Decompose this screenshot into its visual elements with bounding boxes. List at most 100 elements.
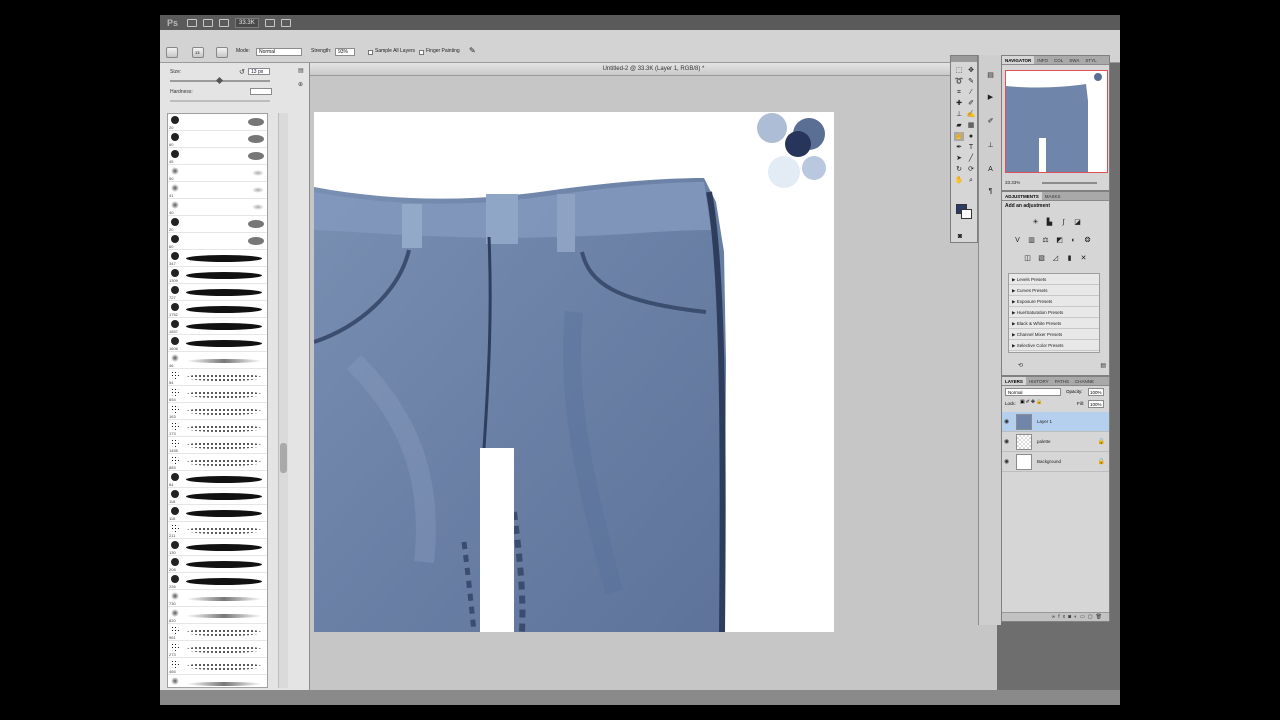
brush-preset-item[interactable]: 60	[168, 131, 267, 148]
color-balance-icon[interactable]: ⚖	[1040, 236, 1051, 246]
zoom-level-dropdown[interactable]: 33.3K	[235, 17, 259, 28]
brush-preset-picker-button[interactable]: 13	[192, 47, 204, 58]
hardness-field[interactable]	[250, 88, 272, 95]
layer-row-layer-1[interactable]: ◉ Layer 1	[1002, 412, 1109, 432]
posterize-icon[interactable]: ▧	[1036, 254, 1047, 264]
preset-item[interactable]: ▶ Selective Color Presets	[1009, 340, 1099, 351]
screen-mode-icon[interactable]	[280, 18, 291, 27]
clip-to-layer-icon[interactable]: ⟲	[1018, 362, 1023, 369]
tab-paths[interactable]: PATHS	[1052, 377, 1072, 385]
pressure-icon[interactable]: ✎	[469, 46, 476, 55]
hand-tool-icon[interactable]: ✋	[954, 176, 964, 185]
new-group-icon[interactable]: ▭	[1080, 614, 1088, 620]
size-slider-handle[interactable]	[215, 76, 224, 85]
visibility-eye-icon[interactable]: ◉	[1004, 438, 1009, 445]
layer-row-palette[interactable]: ◉ palette 🔒	[1002, 432, 1109, 452]
preset-item[interactable]: ▶ Exposure Presets	[1009, 296, 1099, 307]
zoom-tool-icon[interactable]: ⌕	[966, 176, 976, 185]
brush-preset-item[interactable]: 208	[168, 556, 267, 573]
sample-all-layers-checkbox[interactable]	[368, 50, 373, 55]
pen-tool-icon[interactable]: ✒	[954, 143, 964, 152]
arrange-documents-icon[interactable]	[264, 18, 275, 27]
levels-icon[interactable]: ▙	[1044, 218, 1055, 228]
brush-preset-item[interactable]: 1857	[168, 318, 267, 335]
smudge-tool-preset-button[interactable]	[166, 47, 178, 58]
invert-icon[interactable]: ◫	[1022, 254, 1033, 264]
vibrance-icon[interactable]: V	[1012, 236, 1023, 246]
brush-preset-item[interactable]: 1309	[168, 267, 267, 284]
gradient-tool-icon[interactable]: ▦	[966, 121, 976, 130]
brush-preset-item[interactable]: 173	[168, 420, 267, 437]
history-dock-icon[interactable]: ▤	[985, 71, 996, 80]
brightness-contrast-icon[interactable]: ☀	[1030, 218, 1041, 228]
tab-channels[interactable]: CHANNE	[1072, 377, 1097, 385]
3d-orbit-tool-icon[interactable]: ⟳	[966, 165, 976, 174]
brush-preset-item[interactable]: 226	[168, 573, 267, 590]
brush-preset-item[interactable]: 54	[168, 369, 267, 386]
eraser-tool-icon[interactable]: ▰	[954, 121, 964, 130]
brush-list-scrollbar[interactable]	[278, 113, 288, 688]
brush-preset-item[interactable]: 1752	[168, 301, 267, 318]
threshold-icon[interactable]: ◿	[1050, 254, 1061, 264]
brush-preset-item[interactable]: 118	[168, 488, 267, 505]
brush-preset-item[interactable]: 50	[168, 165, 267, 182]
brush-preset-item[interactable]: 730	[168, 590, 267, 607]
brush-preset-item[interactable]: 211	[168, 522, 267, 539]
brush-preset-item[interactable]: 84	[168, 471, 267, 488]
adjustment-presets-list[interactable]: ▶ Levels Presets ▶ Curves Presets ▶ Expo…	[1008, 273, 1100, 353]
adjustments-panel-menu-icon[interactable]: ▤	[1100, 362, 1106, 369]
navigator-preview[interactable]	[1005, 70, 1108, 173]
brush-panel-toggle-button[interactable]	[216, 47, 228, 58]
brush-preset-item[interactable]: 116	[168, 505, 267, 522]
brush-preset-item[interactable]: 727	[168, 284, 267, 301]
brush-preset-item[interactable]: 163	[168, 403, 267, 420]
blend-mode-dropdown[interactable]: Normal	[1005, 388, 1061, 396]
clone-stamp-tool-icon[interactable]: ⊥	[954, 110, 964, 119]
tab-color[interactable]: COL	[1051, 56, 1066, 64]
new-brush-icon[interactable]: ⊕	[298, 81, 303, 88]
brush-preset-item[interactable]: 130	[168, 539, 267, 556]
crop-tool-icon[interactable]: ⌗	[954, 88, 964, 97]
type-tool-icon[interactable]: T	[966, 143, 976, 152]
delete-layer-icon[interactable]: 🗑	[1096, 614, 1105, 620]
quick-select-tool-icon[interactable]: ✎	[966, 77, 976, 86]
tab-history[interactable]: HISTORY	[1026, 377, 1052, 385]
eyedropper-tool-icon[interactable]: ⁄	[966, 88, 976, 97]
tab-navigator[interactable]: NAVIGATOR	[1002, 56, 1035, 64]
fill-field[interactable]: 100%	[1088, 400, 1104, 408]
background-color-swatch[interactable]	[961, 209, 972, 219]
exposure-icon[interactable]: ◪	[1072, 218, 1083, 228]
brush-preset-item[interactable]: 347	[168, 250, 267, 267]
gradient-map-icon[interactable]: ▮	[1064, 254, 1075, 264]
panel-menu-icon[interactable]: ▤	[298, 67, 304, 74]
brush-list-scroll-thumb[interactable]	[280, 443, 287, 473]
bridge-icon[interactable]	[187, 18, 198, 27]
layer-style-icon[interactable]: fx	[1058, 614, 1068, 620]
tab-swatches[interactable]: SWA	[1066, 56, 1082, 64]
brush-tool-icon[interactable]: ✐	[966, 99, 976, 108]
hardness-slider[interactable]	[170, 100, 270, 102]
preset-item[interactable]: ▶ Levels Presets	[1009, 274, 1099, 285]
brush-preset-item[interactable]: 961	[168, 624, 267, 641]
tools-panel-grip[interactable]	[951, 56, 977, 62]
preset-item[interactable]: ▶ Channel Mixer Presets	[1009, 329, 1099, 340]
smudge-tool-icon[interactable]: ☝	[954, 132, 964, 141]
finger-painting-checkbox[interactable]	[419, 50, 424, 55]
brush-preset-item[interactable]: 40	[168, 199, 267, 216]
navigator-zoom-field[interactable]: 33.33%	[1005, 180, 1020, 185]
brush-preset-item[interactable]: 1606	[168, 335, 267, 352]
visibility-eye-icon[interactable]: ◉	[1004, 458, 1009, 465]
document-title-bar[interactable]: Untitled-2 @ 33.3K (Layer 1, RGB/8) *	[310, 63, 997, 76]
quick-mask-icon[interactable]: ◙	[955, 232, 965, 241]
character-dock-icon[interactable]: A	[985, 165, 996, 174]
brush-preset-item[interactable]: 465	[168, 658, 267, 675]
tab-styles[interactable]: STYL	[1082, 56, 1099, 64]
size-field[interactable]: 13 px	[248, 68, 270, 75]
photo-filter-icon[interactable]: ◐	[1068, 236, 1079, 246]
brush-preset-item[interactable]: 46	[168, 352, 267, 369]
brush-preset-item[interactable]: 60	[168, 233, 267, 250]
line-tool-icon[interactable]: ╱	[966, 154, 976, 163]
lock-options-icons[interactable]: ▣✐✥🔒	[1020, 399, 1043, 405]
brush-preset-item[interactable]: 45	[168, 148, 267, 165]
brush-preset-item[interactable]: 41	[168, 182, 267, 199]
